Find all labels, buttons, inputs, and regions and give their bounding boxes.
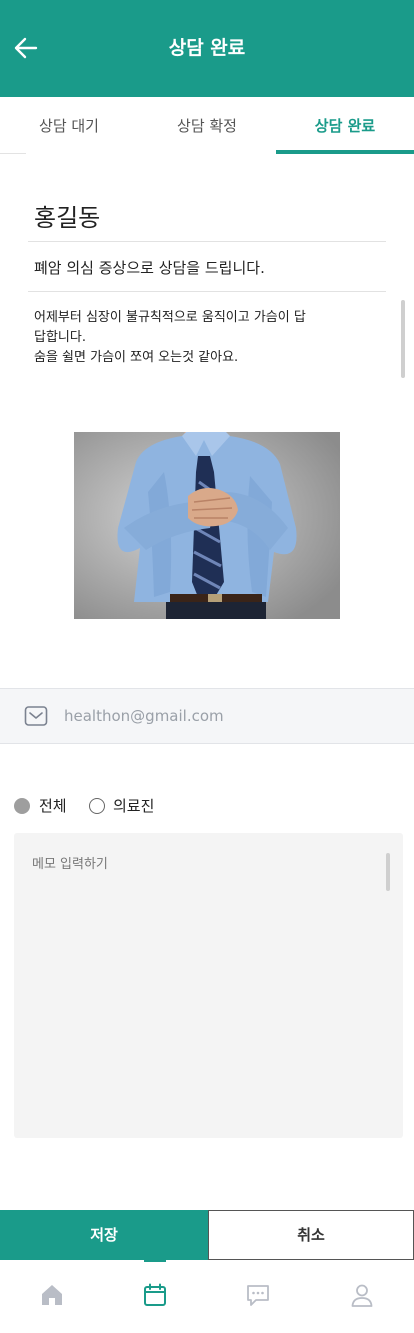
bottom-navigation (0, 1260, 414, 1333)
radio-all-label[interactable]: 전체 (39, 794, 67, 818)
tab-confirmed[interactable]: 상담 확정 (138, 97, 276, 155)
cancel-button[interactable]: 취소 (208, 1210, 414, 1260)
calendar-icon (144, 1283, 166, 1306)
patient-name: 홍길동 (34, 204, 101, 232)
home-icon (42, 1285, 62, 1305)
nav-home[interactable] (39, 1282, 65, 1308)
nav-profile[interactable] (349, 1282, 375, 1308)
man-holding-chest-image (74, 432, 340, 619)
app-header: 상담 완료 (0, 0, 414, 97)
mail-icon (24, 706, 48, 726)
page-title: 상담 완료 (168, 37, 246, 59)
tab-waiting[interactable]: 상담 대기 (0, 97, 138, 155)
tab-divider (0, 153, 26, 154)
divider (28, 241, 386, 242)
email-value: healthon@gmail.com (64, 707, 224, 725)
radio-medical-staff-label[interactable]: 의료진 (113, 794, 154, 818)
memo-placeholder: 메모 입력하기 (32, 857, 108, 872)
active-tab-indicator (276, 150, 414, 154)
person-icon (351, 1284, 373, 1307)
nav-chat[interactable] (245, 1282, 271, 1308)
symptom-photo[interactable] (74, 432, 340, 619)
consultation-content: 어제부터 심장이 불규칙적으로 움직이고 가슴이 답 답합니다. 숨을 쉴면 가… (34, 310, 306, 365)
content-scrollbar[interactable] (401, 300, 405, 378)
save-button[interactable]: 저장 (0, 1210, 208, 1260)
nav-calendar[interactable] (142, 1282, 168, 1308)
memo-textarea[interactable]: 메모 입력하기 (14, 833, 403, 1138)
memo-scrollbar[interactable] (386, 853, 390, 891)
active-nav-indicator (144, 1260, 166, 1262)
email-field[interactable]: healthon@gmail.com (0, 688, 414, 744)
chat-icon (247, 1285, 269, 1306)
tab-completed[interactable]: 상담 완료 (276, 97, 414, 155)
divider (28, 291, 386, 292)
consultation-subject: 폐암 의심 증상으로 상담을 드립니다. (34, 259, 265, 277)
radio-medical-staff[interactable] (89, 798, 105, 814)
tab-bar: 상담 대기 상담 확정 상담 완료 (0, 97, 414, 155)
radio-all[interactable] (14, 798, 30, 814)
